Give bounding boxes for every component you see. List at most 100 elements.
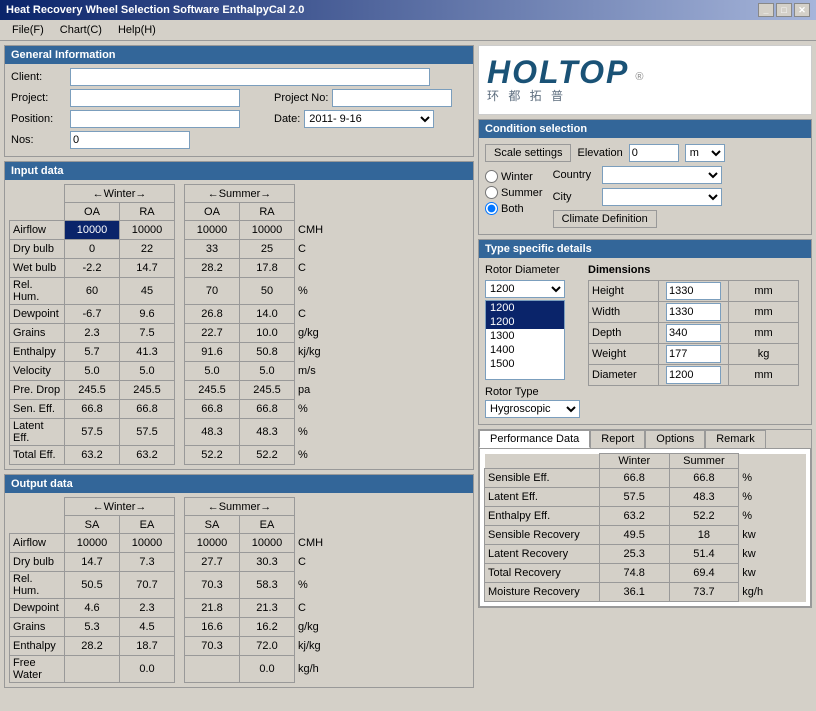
- input-w-ra[interactable]: [120, 343, 175, 362]
- input-s-oa[interactable]: [185, 259, 240, 278]
- input-w-ra[interactable]: [120, 381, 175, 400]
- perf-w-input[interactable]: [602, 526, 667, 544]
- w-ea-input[interactable]: [121, 660, 173, 678]
- input-w-ra[interactable]: [120, 221, 175, 240]
- perf-w-input[interactable]: [602, 583, 667, 601]
- w-sa-input[interactable]: [66, 534, 118, 552]
- input-s-ra[interactable]: [240, 400, 295, 419]
- input-w-oa[interactable]: [65, 362, 120, 381]
- w-oa-input[interactable]: [66, 381, 118, 399]
- s-sa-input[interactable]: [186, 599, 238, 617]
- s-ra-input[interactable]: [241, 446, 293, 464]
- w-ra-input[interactable]: [121, 400, 173, 418]
- s-sa-input[interactable]: [186, 637, 238, 655]
- tab-options[interactable]: Options: [645, 430, 705, 448]
- tab-report[interactable]: Report: [590, 430, 645, 448]
- w-oa-input[interactable]: [66, 305, 118, 323]
- input-w-ra[interactable]: [120, 400, 175, 419]
- w-oa-input[interactable]: [66, 400, 118, 418]
- w-sa-input[interactable]: [66, 618, 118, 636]
- input-w-ra[interactable]: [120, 240, 175, 259]
- rotor-type-select[interactable]: Hygroscopic: [485, 400, 580, 418]
- rotor-item-1200a[interactable]: 1200: [486, 301, 564, 315]
- winter-radio-item[interactable]: Winter: [485, 170, 543, 183]
- s-ea-input[interactable]: [241, 534, 293, 552]
- depth-input[interactable]: [666, 324, 721, 342]
- position-input[interactable]: [70, 110, 240, 128]
- s-oa-input[interactable]: [186, 282, 238, 300]
- menu-help[interactable]: Help(H): [110, 22, 164, 38]
- w-ea-input[interactable]: [121, 618, 173, 636]
- input-w-oa[interactable]: [65, 381, 120, 400]
- w-sa-input[interactable]: [66, 576, 118, 594]
- perf-w-input[interactable]: [602, 488, 667, 506]
- height-input[interactable]: [666, 282, 721, 300]
- input-w-oa[interactable]: [65, 446, 120, 465]
- date-select[interactable]: 2011- 9-16: [304, 110, 434, 128]
- input-w-oa[interactable]: [65, 419, 120, 446]
- input-w-ra[interactable]: [120, 419, 175, 446]
- s-oa-input[interactable]: [186, 400, 238, 418]
- client-input[interactable]: [70, 68, 430, 86]
- input-s-ra[interactable]: [240, 278, 295, 305]
- s-oa-input[interactable]: [186, 446, 238, 464]
- menu-file[interactable]: File(F): [4, 22, 52, 38]
- input-w-ra[interactable]: [120, 305, 175, 324]
- perf-s-input[interactable]: [671, 564, 736, 582]
- w-sa-input[interactable]: [66, 599, 118, 617]
- s-ra-input[interactable]: [241, 221, 293, 239]
- input-s-ra[interactable]: [240, 305, 295, 324]
- input-s-ra[interactable]: [240, 240, 295, 259]
- w-ra-input[interactable]: [121, 259, 173, 277]
- rotor-item-1200b[interactable]: 1200: [486, 315, 564, 329]
- w-ra-input[interactable]: [121, 381, 173, 399]
- input-s-oa[interactable]: [185, 305, 240, 324]
- window-controls[interactable]: _ □ ✕: [758, 3, 810, 17]
- input-s-oa[interactable]: [185, 419, 240, 446]
- w-ea-input[interactable]: [121, 534, 173, 552]
- s-oa-input[interactable]: [186, 221, 238, 239]
- maximize-button[interactable]: □: [776, 3, 792, 17]
- s-ra-input[interactable]: [241, 343, 293, 361]
- w-oa-input[interactable]: [66, 259, 118, 277]
- s-sa-input[interactable]: [186, 576, 238, 594]
- s-ra-input[interactable]: [241, 381, 293, 399]
- s-sa-input[interactable]: [186, 553, 238, 571]
- city-select[interactable]: [602, 188, 722, 206]
- s-ra-input[interactable]: [241, 282, 293, 300]
- w-oa-input[interactable]: [66, 324, 118, 342]
- input-s-ra[interactable]: [240, 221, 295, 240]
- w-oa-input[interactable]: [66, 446, 118, 464]
- scale-settings-button[interactable]: Scale settings: [485, 144, 571, 162]
- s-oa-input[interactable]: [186, 305, 238, 323]
- perf-w-input[interactable]: [602, 545, 667, 563]
- input-s-oa[interactable]: [185, 381, 240, 400]
- input-s-ra[interactable]: [240, 362, 295, 381]
- w-sa-input[interactable]: [66, 553, 118, 571]
- nos-input[interactable]: [70, 131, 190, 149]
- s-oa-input[interactable]: [186, 362, 238, 380]
- perf-w-input[interactable]: [602, 469, 667, 487]
- menu-chart[interactable]: Chart(C): [52, 22, 110, 38]
- rotor-diameter-list[interactable]: 1200 1200 1300 1400 1500: [485, 300, 565, 380]
- s-sa-input[interactable]: [186, 660, 238, 678]
- w-oa-input[interactable]: [66, 282, 118, 300]
- w-ra-input[interactable]: [121, 423, 173, 441]
- input-w-oa[interactable]: [65, 240, 120, 259]
- s-ra-input[interactable]: [241, 423, 293, 441]
- w-oa-input[interactable]: [66, 343, 118, 361]
- input-w-ra[interactable]: [120, 278, 175, 305]
- perf-w-input[interactable]: [602, 507, 667, 525]
- w-ra-input[interactable]: [121, 343, 173, 361]
- s-ra-input[interactable]: [241, 305, 293, 323]
- input-w-ra[interactable]: [120, 324, 175, 343]
- w-ea-input[interactable]: [121, 576, 173, 594]
- input-w-ra[interactable]: [120, 259, 175, 278]
- input-s-oa[interactable]: [185, 362, 240, 381]
- input-s-ra[interactable]: [240, 343, 295, 362]
- w-ra-input[interactable]: [121, 305, 173, 323]
- input-w-ra[interactable]: [120, 446, 175, 465]
- w-ra-input[interactable]: [121, 221, 173, 239]
- s-oa-input[interactable]: [186, 259, 238, 277]
- input-s-ra[interactable]: [240, 446, 295, 465]
